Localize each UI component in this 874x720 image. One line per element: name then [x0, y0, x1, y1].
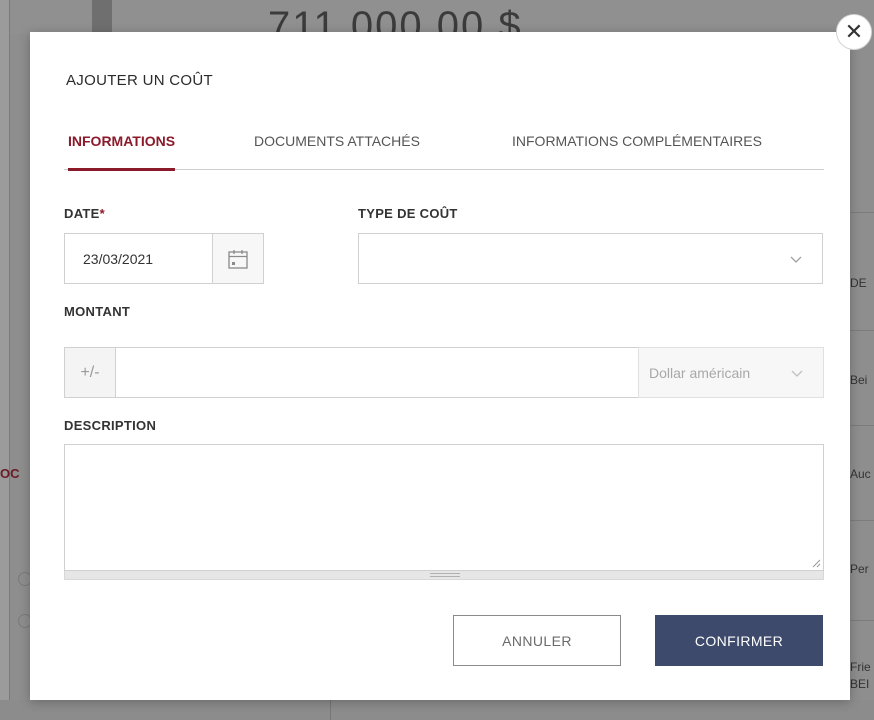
cancel-button[interactable]: ANNULER	[453, 615, 621, 666]
tab-informations[interactable]: INFORMATIONS	[68, 132, 176, 171]
amount-input[interactable]	[115, 347, 639, 398]
required-marker: *	[99, 206, 105, 221]
background-row-divider	[846, 520, 874, 521]
background-stripe	[92, 0, 112, 34]
description-label: DESCRIPTION	[64, 418, 157, 433]
amount-row: +/- Dollar américain	[64, 347, 824, 398]
description-field[interactable]	[64, 444, 824, 571]
chevron-down-icon	[790, 256, 802, 263]
chevron-down-icon	[791, 370, 803, 377]
cost-type-label: TYPE DE COÛT	[358, 206, 458, 221]
grip-icon	[430, 573, 460, 577]
resize-handle-icon[interactable]	[811, 558, 821, 568]
background-cell: BEI	[850, 677, 870, 691]
background-divider	[330, 700, 331, 720]
currency-select[interactable]: Dollar américain	[638, 347, 824, 398]
background-cell: Auc	[850, 467, 871, 481]
tab-additional-information[interactable]: INFORMATIONS COMPLÉMENTAIRES	[512, 132, 762, 170]
description-textarea[interactable]	[65, 445, 823, 570]
confirm-button[interactable]: CONFIRMER	[655, 615, 823, 666]
currency-value: Dollar américain	[649, 365, 751, 381]
background-row-divider	[846, 620, 874, 621]
background-cell: Per	[850, 562, 869, 576]
cost-type-select[interactable]	[358, 233, 823, 284]
tab-attached-documents[interactable]: DOCUMENTS ATTACHÉS	[254, 132, 420, 170]
date-label-text: DATE	[64, 206, 100, 221]
background-cell: DE	[850, 276, 867, 290]
add-cost-modal: AJOUTER UN COÛT INFORMATIONS DOCUMENTS A…	[30, 32, 850, 700]
calendar-button[interactable]	[212, 234, 263, 283]
background-left-column	[0, 0, 10, 720]
close-button[interactable]: ✕	[836, 14, 872, 50]
sign-toggle-button[interactable]: +/-	[64, 347, 116, 398]
background-cell: Frie	[850, 660, 871, 674]
background-footer	[0, 700, 874, 720]
description-resize-bar[interactable]	[64, 571, 824, 580]
plus-minus-icon: +/-	[80, 363, 100, 381]
date-field[interactable]: 23/03/2021	[64, 233, 264, 284]
background-left-label: OC	[0, 466, 20, 481]
date-value[interactable]: 23/03/2021	[83, 251, 153, 267]
close-icon: ✕	[844, 19, 864, 44]
background-row-divider	[846, 425, 874, 426]
background-row-divider	[846, 330, 874, 331]
modal-title: AJOUTER UN COÛT	[66, 72, 213, 89]
calendar-icon	[228, 249, 248, 269]
background-row-divider	[846, 212, 874, 213]
tab-bar: INFORMATIONS DOCUMENTS ATTACHÉS INFORMAT…	[64, 132, 824, 171]
background-cell: Bei	[850, 373, 868, 387]
date-label: DATE*	[64, 206, 105, 221]
amount-label: MONTANT	[64, 304, 131, 319]
